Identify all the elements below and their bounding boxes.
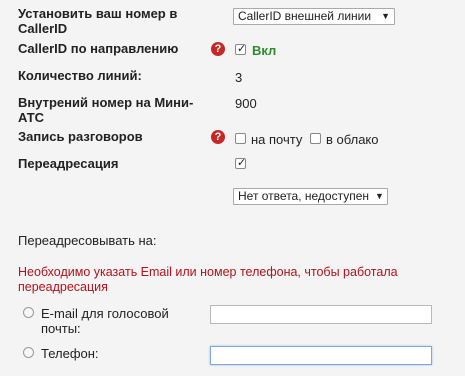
forwarding-condition-select[interactable]: Нет ответа, недоступен ▼ bbox=[233, 188, 388, 205]
forwarding-condition-value: Нет ответа, недоступен bbox=[238, 189, 370, 203]
forwarding-checkbox[interactable]: ✓ bbox=[235, 157, 247, 169]
error-message: Необходимо указать Email или номер телеф… bbox=[18, 265, 398, 294]
email-label: E-mail для голосовой почты: bbox=[41, 306, 169, 336]
phone-radio[interactable] bbox=[23, 347, 34, 358]
callerid-direction-status: Вкл bbox=[252, 43, 277, 58]
internal-number-value: 900 bbox=[235, 96, 257, 111]
own-number-label: Установить ваш номер в CallerID bbox=[18, 6, 178, 36]
lines-count-label: Количество линий: bbox=[18, 68, 142, 83]
phone-label: Телефон: bbox=[41, 346, 99, 361]
forward-to-title: Переадресовывать на: bbox=[18, 233, 157, 248]
callerid-direction-label: CallerID по направлению bbox=[18, 41, 179, 56]
email-radio[interactable] bbox=[23, 307, 34, 318]
internal-number-label: Внутрений номер на Мини-АТС bbox=[18, 95, 194, 125]
forwarding-label: Переадресация bbox=[18, 156, 119, 171]
help-icon[interactable]: ? bbox=[211, 130, 225, 144]
recording-cloud-checkbox[interactable] bbox=[310, 133, 321, 144]
help-icon[interactable]: ? bbox=[211, 42, 225, 56]
callerid-select-value: CallerID внешней линии bbox=[238, 9, 372, 23]
chevron-down-icon: ▼ bbox=[381, 11, 390, 21]
recording-cloud-label: в облако bbox=[326, 132, 379, 147]
callerid-direction-checkbox[interactable]: ✓ bbox=[235, 43, 247, 55]
recording-mail-checkbox[interactable] bbox=[235, 133, 246, 144]
lines-count-value: 3 bbox=[235, 70, 243, 85]
email-field[interactable] bbox=[210, 305, 432, 324]
check-icon: ✓ bbox=[237, 157, 247, 169]
phone-field[interactable] bbox=[210, 346, 432, 365]
chevron-down-icon: ▼ bbox=[375, 191, 384, 201]
callerid-select[interactable]: CallerID внешней линии ▼ bbox=[233, 8, 395, 25]
check-icon: ✓ bbox=[237, 43, 247, 55]
recording-mail-label: на почту bbox=[251, 132, 303, 147]
recording-label: Запись разговоров bbox=[18, 129, 143, 144]
